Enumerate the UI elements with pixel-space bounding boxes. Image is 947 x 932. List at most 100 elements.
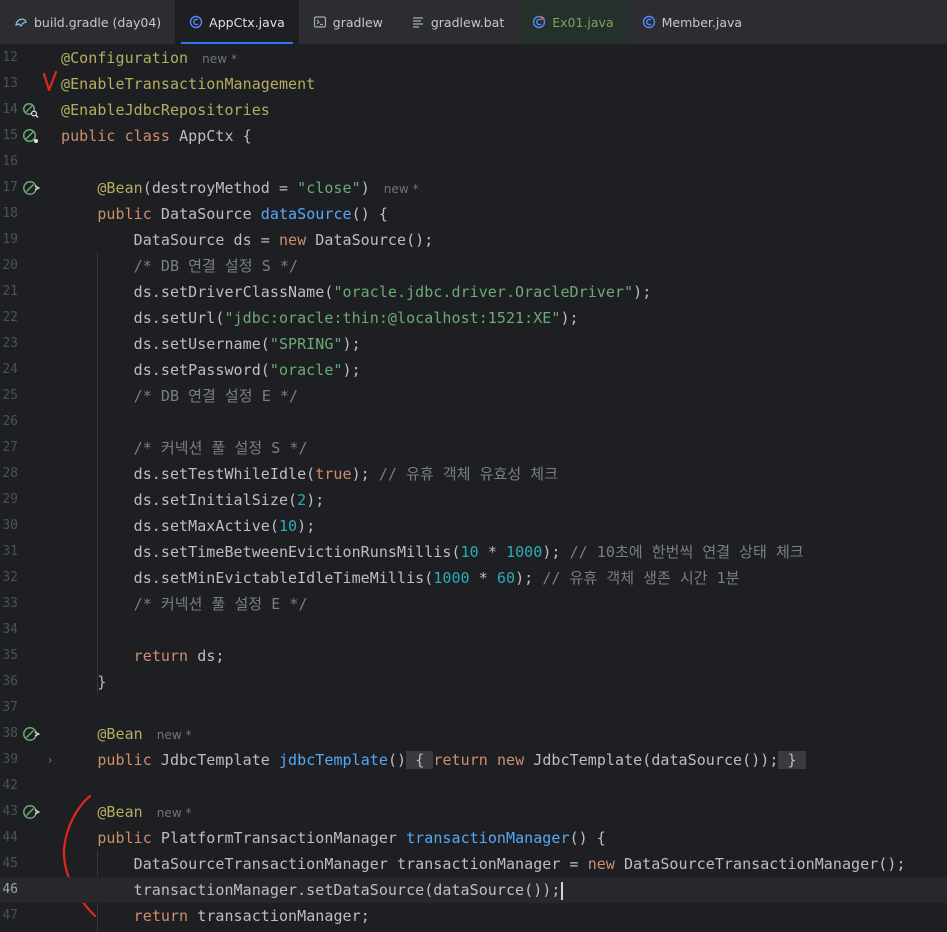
code-text[interactable]: ds.setDriverClassName("oracle.jdbc.drive… xyxy=(61,279,652,305)
code-line[interactable]: 43 @Bean new * xyxy=(0,799,947,825)
line-number: 22 xyxy=(2,310,18,325)
annotation-token: @Bean xyxy=(97,179,143,197)
annotation-token: @Bean xyxy=(97,803,143,821)
code-text[interactable]: DataSourceTransactionManager transaction… xyxy=(61,851,906,877)
line-number: 30 xyxy=(2,518,18,533)
tab-ex01-java[interactable]: Ex01.java xyxy=(518,0,628,44)
code-line[interactable]: 13 @EnableTransactionManagement xyxy=(0,71,947,97)
code-line[interactable]: 15 public class AppCtx { xyxy=(0,123,947,149)
line-number: 43 xyxy=(2,804,18,819)
code-text[interactable]: return transactionManager; xyxy=(61,903,370,929)
tab-gradlew[interactable]: gradlew xyxy=(299,0,397,44)
code-text[interactable]: transactionManager.setDataSource(dataSou… xyxy=(61,877,564,903)
code-line[interactable]: 17 @Bean(destroyMethod = "close") new * xyxy=(0,175,947,201)
code-line[interactable]: 37 xyxy=(0,695,947,721)
code-line[interactable]: 20 /* DB 연결 설정 S */ xyxy=(0,253,947,279)
bean-search-icon[interactable] xyxy=(22,102,40,118)
tab-label: Member.java xyxy=(661,14,743,30)
code-text[interactable]: ds.setMaxActive(10); xyxy=(61,513,316,539)
code-line[interactable]: 33 /* 커넥션 풀 설정 E */ xyxy=(0,591,947,617)
code-line[interactable]: 28 ds.setTestWhileIdle(true); // 유휴 객체 유… xyxy=(0,461,947,487)
code-line[interactable]: 38 @Bean new * xyxy=(0,721,947,747)
code-text[interactable]: /* DB 연결 설정 S */ xyxy=(61,253,298,279)
code-line[interactable]: 27 /* 커넥션 풀 설정 S */ xyxy=(0,435,947,461)
code-text[interactable]: public PlatformTransactionManager transa… xyxy=(61,825,606,851)
code-text[interactable]: /* 커넥션 풀 설정 S */ xyxy=(61,435,308,461)
annotation-token: @EnableTransactionManagement xyxy=(61,75,316,93)
code-line[interactable]: 14 @EnableJdbcRepositories xyxy=(0,97,947,123)
tab-appctx-java[interactable]: AppCtx.java xyxy=(175,0,299,44)
code-text[interactable]: public JdbcTemplate jdbcTemplate() { ret… xyxy=(61,747,806,773)
code-text[interactable]: public DataSource dataSource() { xyxy=(61,201,388,227)
code-text[interactable]: @EnableTransactionManagement xyxy=(61,71,315,97)
code-text[interactable]: ds.setPassword("oracle"); xyxy=(61,357,361,383)
code-line[interactable]: 26 xyxy=(0,409,947,435)
method-name-token: dataSource xyxy=(260,205,352,223)
code-line[interactable]: 23 ds.setUsername("SPRING"); xyxy=(0,331,947,357)
code-line[interactable]: 42 xyxy=(0,773,947,799)
code-text[interactable]: @Configuration new * xyxy=(61,45,237,72)
code-line[interactable]: 46 transactionManager.setDataSource(data… xyxy=(0,877,947,903)
code-token: ); xyxy=(515,569,534,587)
folded-brace: } xyxy=(778,751,806,769)
code-editor[interactable]: 12 @Configuration new * 13 @EnableTransactio… xyxy=(0,44,947,932)
method-name-token: jdbcTemplate xyxy=(278,751,388,769)
code-line[interactable]: 16 xyxy=(0,149,947,175)
bean-method-icon[interactable] xyxy=(22,804,40,820)
code-text[interactable]: ds.setInitialSize(2); xyxy=(61,487,325,513)
inlay-hint: new * xyxy=(383,182,419,196)
code-text[interactable]: return ds; xyxy=(61,643,225,669)
code-line[interactable]: 31 ds.setTimeBetweenEvictionRunsMillis(1… xyxy=(0,539,947,565)
code-line[interactable]: 47 return transactionManager; xyxy=(0,903,947,929)
line-number: 20 xyxy=(2,258,18,273)
code-line[interactable]: 44 public PlatformTransactionManager tra… xyxy=(0,825,947,851)
string-token: "oracle" xyxy=(269,361,343,379)
code-text[interactable]: public class AppCtx { xyxy=(61,123,252,149)
code-line[interactable]: 32 ds.setMinEvictableIdleTimeMillis(1000… xyxy=(0,565,947,591)
code-line[interactable]: 45 DataSourceTransactionManager transact… xyxy=(0,851,947,877)
code-line[interactable]: 21 ds.setDriverClassName("oracle.jdbc.dr… xyxy=(0,279,947,305)
code-line[interactable]: 19 DataSource ds = new DataSource(); xyxy=(0,227,947,253)
bean-method-icon[interactable] xyxy=(22,180,40,196)
code-text[interactable]: @Bean new * xyxy=(61,799,192,826)
code-text[interactable]: ds.setUsername("SPRING"); xyxy=(61,331,361,357)
code-token: ds.setInitialSize( xyxy=(61,491,298,509)
code-line[interactable]: 35 return ds; xyxy=(0,643,947,669)
tab-build-gradle-day04[interactable]: build.gradle (day04) xyxy=(0,0,175,44)
tab-label: AppCtx.java xyxy=(209,14,285,30)
code-text[interactable]: @EnableJdbcRepositories xyxy=(61,97,270,123)
code-line[interactable]: 29 ds.setInitialSize(2); xyxy=(0,487,947,513)
code-text[interactable]: } xyxy=(61,669,106,695)
code-line[interactable]: 36 } xyxy=(0,669,947,695)
tab-gradlew-bat[interactable]: gradlew.bat xyxy=(397,0,518,44)
code-line[interactable]: 24 ds.setPassword("oracle"); xyxy=(0,357,947,383)
tab-label: gradlew xyxy=(332,14,383,30)
code-text[interactable]: DataSource ds = new DataSource(); xyxy=(61,227,434,253)
bean-method-icon[interactable] xyxy=(22,726,40,742)
code-text[interactable]: ds.setTimeBetweenEvictionRunsMillis(10 *… xyxy=(61,539,804,565)
comment-token: /* 커넥션 풀 설정 E */ xyxy=(133,595,308,613)
tab-label: build.gradle (day04) xyxy=(34,14,162,30)
code-token: ); xyxy=(633,283,652,301)
tab-member-java[interactable]: Member.java xyxy=(628,0,756,44)
line-number: 28 xyxy=(2,466,18,481)
code-line[interactable]: 34 xyxy=(0,617,947,643)
code-line[interactable]: 12 @Configuration new * xyxy=(0,45,947,71)
code-text[interactable]: /* 커넥션 풀 설정 E */ xyxy=(61,591,308,617)
code-line[interactable]: 22 ds.setUrl("jdbc:oracle:thin:@localhos… xyxy=(0,305,947,331)
code-text[interactable]: /* DB 연결 설정 E */ xyxy=(61,383,298,409)
code-line[interactable]: 39 › public JdbcTemplate jdbcTemplate() {… xyxy=(0,747,947,773)
code-text[interactable]: @Bean new * xyxy=(61,721,192,748)
code-line[interactable]: 18 public DataSource dataSource() { xyxy=(0,201,947,227)
code-text[interactable]: ds.setMinEvictableIdleTimeMillis(1000 * … xyxy=(61,565,740,591)
bean-config-icon[interactable] xyxy=(22,128,40,144)
code-text[interactable]: ds.setUrl("jdbc:oracle:thin:@localhost:1… xyxy=(61,305,579,331)
code-text[interactable]: ds.setTestWhileIdle(true); // 유휴 객체 유효성 … xyxy=(61,461,558,487)
code-text[interactable]: @Bean(destroyMethod = "close") new * xyxy=(61,175,419,202)
code-line[interactable]: 25 /* DB 연결 설정 E */ xyxy=(0,383,947,409)
code-line[interactable]: 30 ds.setMaxActive(10); xyxy=(0,513,947,539)
fold-expand-icon[interactable]: › xyxy=(44,747,56,773)
keyword-token: public xyxy=(97,205,161,223)
